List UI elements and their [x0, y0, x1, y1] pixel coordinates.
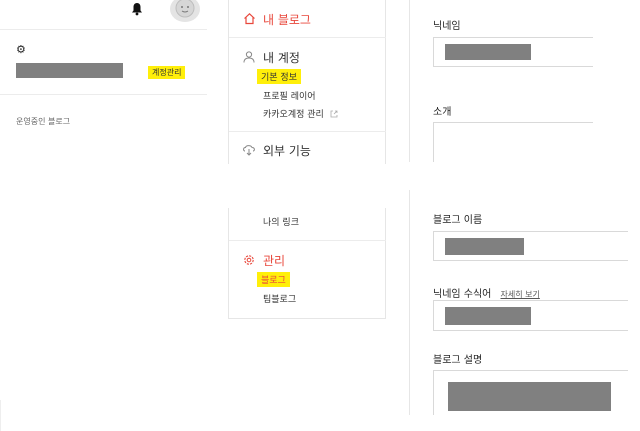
nickname-input[interactable] [433, 37, 593, 67]
intro-label: 소개 [433, 107, 452, 118]
left-header-divider [0, 29, 207, 30]
left-divider-2 [0, 94, 207, 95]
menu-external[interactable]: 외부 기능 [263, 142, 311, 159]
menu-divider-1 [229, 37, 386, 38]
menu-blog[interactable]: 블로그 [257, 272, 290, 287]
avatar[interactable] [170, 0, 200, 22]
blog-name-label: 블로그 이름 [433, 215, 483, 226]
menu-kakao-account-label: 카카오계정 관리 [263, 110, 324, 120]
intro-textarea[interactable] [433, 122, 593, 162]
manage-account-link[interactable]: 계정관리 [148, 66, 186, 79]
see-more-link[interactable]: 자세히 보기 [500, 290, 539, 299]
menu-divider-3 [229, 240, 386, 241]
blog-name-value-redacted [445, 238, 524, 255]
bell-icon[interactable] [130, 2, 144, 16]
nickname-modifier-label: 닉네임 수식어 [433, 289, 492, 300]
blog-desc-value-redacted [448, 382, 611, 411]
person-icon [242, 50, 256, 64]
blog-name-input[interactable] [433, 231, 628, 261]
nickname-modifier-value-redacted [445, 307, 531, 325]
menu-divider-2 [229, 131, 386, 132]
external-link-icon [330, 110, 338, 118]
nickname-modifier-row: 닉네임 수식어 자세히 보기 [433, 282, 540, 301]
nickname-value-redacted [445, 44, 531, 60]
menu-kakao-account[interactable]: 카카오계정 관리 [263, 107, 338, 120]
menu-my-link[interactable]: 나의 링크 [263, 215, 299, 228]
gear-icon[interactable]: ⚙ [16, 44, 26, 56]
menu-basic-info[interactable]: 기본 정보 [257, 69, 301, 84]
blog-desc-label: 블로그 설명 [433, 355, 483, 366]
gear-manage-icon [242, 253, 256, 267]
form-top-left-border [409, 0, 410, 162]
blog-desc-textarea[interactable] [433, 370, 628, 415]
operating-blogs-label: 운영중인 블로그 [16, 117, 71, 126]
menu-my-account[interactable]: 내 계정 [263, 49, 300, 66]
external-icon [242, 143, 256, 157]
nickname-label: 닉네임 [433, 21, 461, 32]
menu-team-blog[interactable]: 팀블로그 [263, 292, 296, 305]
account-name-redacted [16, 63, 123, 78]
form-bottom-left-border [409, 190, 410, 415]
menu-my-blog[interactable]: 내 블로그 [263, 11, 311, 28]
menu-profile-layer[interactable]: 프로필 레이어 [263, 89, 316, 102]
home-icon [243, 12, 256, 25]
menu-manage[interactable]: 관리 [263, 252, 285, 269]
left-edge-line [0, 400, 1, 431]
nickname-modifier-input[interactable] [433, 300, 628, 331]
